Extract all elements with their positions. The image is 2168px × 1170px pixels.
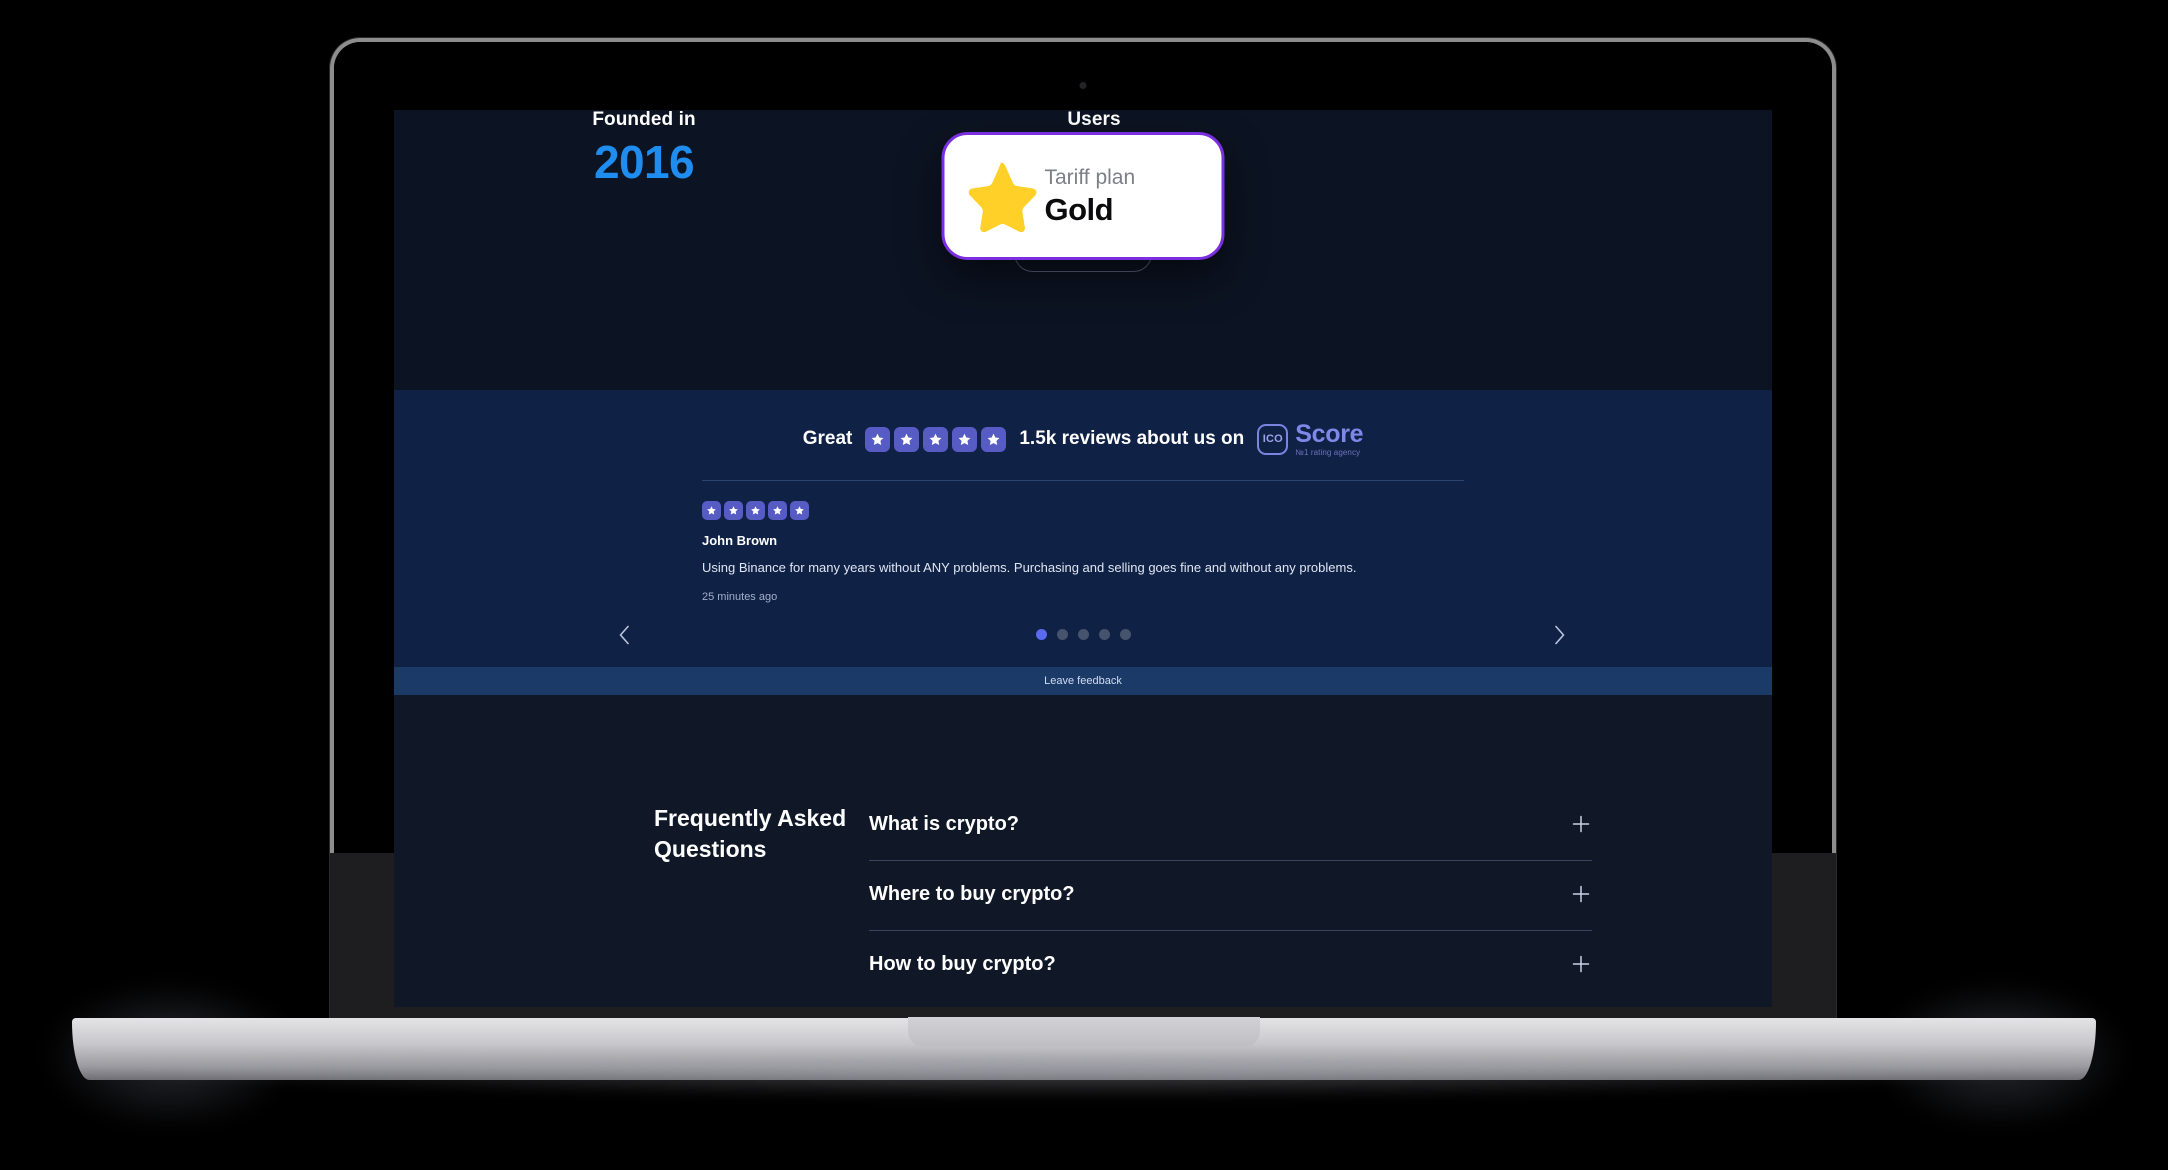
carousel-dot[interactable] [1098,629,1110,641]
carousel-dot[interactable] [1056,629,1068,641]
tariff-plan-card[interactable]: Tariff plan Gold [941,132,1225,260]
star-icon [724,501,743,520]
review-card: John Brown Using Binance for many years … [702,501,1464,603]
leave-feedback-label: Leave feedback [1044,674,1122,687]
reviews-count-text: 1.5k reviews about us on [1019,428,1245,449]
faq-item[interactable]: Where to buy crypto? [869,861,1592,931]
screenshot-stage: Founded in 2016 Users 100M About Us [0,0,2168,1170]
plus-icon[interactable] [1570,813,1592,835]
carousel-dot[interactable] [1119,629,1131,641]
star-icon [894,426,920,452]
review-stars [702,501,1464,520]
star-icon [865,426,891,452]
review-text: Using Binance for many years without ANY… [702,560,1357,575]
leave-feedback-bar[interactable]: Leave feedback [394,666,1772,695]
star-icon [702,501,721,520]
ico-mark-icon: ICO [1257,423,1289,455]
review-author: John Brown [702,533,778,548]
ico-score-tagline: №1 rating agency [1295,447,1361,457]
star-icon [768,501,787,520]
star-icon [981,426,1007,452]
header-stars [865,426,1007,452]
faq-question: Where to buy crypto? [869,882,1075,905]
tariff-plan-value: Gold [1044,191,1114,227]
stat-label: Founded in [592,110,696,130]
faq-list: What is crypto? Where to buy crypto? How… [869,791,1592,1000]
browser-screen: Founded in 2016 Users 100M About Us [394,110,1772,1007]
star-icon [790,501,809,520]
tariff-plan-label: Tariff plan [1044,166,1136,190]
laptop-base-shadow [72,1062,2096,1098]
carousel-dot[interactable] [1077,629,1089,641]
ico-score-logo[interactable]: ICO Score №1 rating agency [1257,419,1364,457]
faq-question: What is crypto? [869,812,1020,835]
ico-score-name: Score [1295,419,1364,448]
stats-section: Founded in 2016 Users 100M About Us [394,110,1772,390]
plus-icon[interactable] [1570,883,1592,905]
faq-title: Frequently Asked Questions [654,804,847,862]
reviews-section: Great 1.5k reviews about us on ICO Score… [394,390,1772,667]
stat-value: 2016 [594,136,695,188]
stat-founded-in: Founded in 2016 [514,110,774,185]
webcam-icon [1079,82,1087,89]
reviews-header: Great 1.5k reviews about us on ICO Score… [394,416,1772,462]
faq-item[interactable]: How to buy crypto? [869,931,1592,1000]
reviews-divider [702,480,1464,481]
faq-section: Frequently Asked Questions What is crypt… [394,694,1772,1007]
plus-icon[interactable] [1570,953,1592,975]
star-icon [952,426,978,452]
carousel-dots [1035,629,1131,641]
star-icon [746,501,765,520]
reviews-carousel [394,603,1772,667]
faq-question: How to buy crypto? [869,952,1056,975]
laptop-lid: Founded in 2016 Users 100M About Us [330,38,1836,1023]
faq-item[interactable]: What is crypto? [869,791,1592,861]
star-icon [963,158,1039,234]
stat-label: Users [1067,110,1121,130]
chevron-left-icon[interactable] [609,620,639,650]
star-icon [923,426,949,452]
carousel-dot[interactable] [1035,629,1047,641]
chevron-right-icon[interactable] [1544,620,1574,650]
rating-word: Great [802,428,853,449]
review-timestamp: 25 minutes ago [702,590,778,603]
